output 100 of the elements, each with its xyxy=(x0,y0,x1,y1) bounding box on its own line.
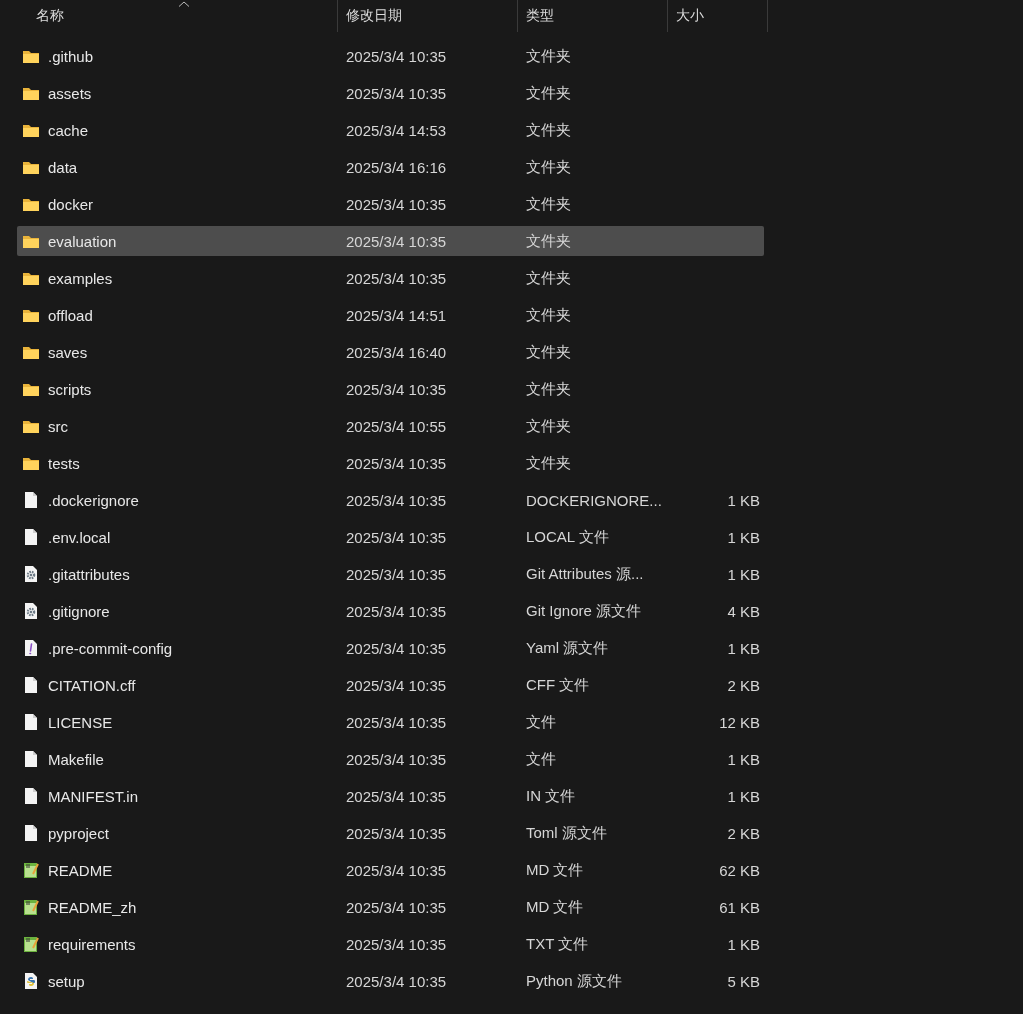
file-type: 文件夹 xyxy=(526,157,571,175)
notepad-icon xyxy=(22,861,40,879)
file-type: MD 文件 xyxy=(526,897,584,915)
file-name[interactable]: README xyxy=(48,861,113,879)
file-row[interactable]: .env.local 2025/3/4 10:35 LOCAL 文件 1 KB xyxy=(17,522,764,552)
file-name[interactable]: assets xyxy=(48,84,92,102)
file-row-highlight[interactable]: evaluation 2025/3/4 10:35 文件夹 xyxy=(17,226,764,256)
modified-date: 2025/3/4 10:35 xyxy=(346,935,447,953)
file-icon xyxy=(22,491,40,509)
file-row[interactable]: examples 2025/3/4 10:35 文件夹 xyxy=(17,263,764,293)
modified-date: 2025/3/4 10:35 xyxy=(346,84,447,102)
file-row[interactable]: src 2025/3/4 10:55 文件夹 xyxy=(17,411,764,441)
modified-date: 2025/3/4 10:35 xyxy=(346,269,447,287)
file-size: 1 KB xyxy=(727,639,760,657)
file-type: Yaml 源文件 xyxy=(526,638,609,656)
file-type: TXT 文件 xyxy=(526,934,589,952)
file-row[interactable]: setup 2025/3/4 10:35 Python 源文件 5 KB xyxy=(17,966,764,996)
file-type: 文件 xyxy=(526,712,556,730)
file-icon xyxy=(22,676,40,694)
file-name[interactable]: README_zh xyxy=(48,898,137,916)
modified-date: 2025/3/4 10:35 xyxy=(346,195,447,213)
file-row[interactable]: LICENSE 2025/3/4 10:35 文件 12 KB xyxy=(17,707,764,737)
file-row[interactable]: data 2025/3/4 16:16 文件夹 xyxy=(17,152,764,182)
file-row[interactable]: MANIFEST.in 2025/3/4 10:35 IN 文件 1 KB xyxy=(17,781,764,811)
file-type: 文件夹 xyxy=(526,120,571,138)
file-name[interactable]: .gitattributes xyxy=(48,565,130,583)
column-header[interactable]: 大小 xyxy=(668,0,768,32)
file-name[interactable]: setup xyxy=(48,972,85,990)
file-icon xyxy=(22,713,40,731)
file-type: 文件夹 xyxy=(526,83,571,101)
modified-date: 2025/3/4 16:40 xyxy=(346,343,447,361)
file-icon xyxy=(22,824,40,842)
file-type: 文件夹 xyxy=(526,194,571,212)
file-row[interactable]: requirements 2025/3/4 10:35 TXT 文件 1 KB xyxy=(17,929,764,959)
modified-date: 2025/3/4 10:35 xyxy=(346,454,447,472)
file-type: LOCAL 文件 xyxy=(526,527,609,545)
column-header[interactable]: 修改日期 xyxy=(338,0,518,32)
modified-date: 2025/3/4 10:35 xyxy=(346,528,447,546)
column-header[interactable]: 名称 xyxy=(0,0,338,32)
file-name[interactable]: data xyxy=(48,158,78,176)
file-name[interactable]: cache xyxy=(48,121,89,139)
column-header[interactable]: 类型 xyxy=(518,0,668,32)
file-name[interactable]: Makefile xyxy=(48,750,104,768)
file-type: 文件夹 xyxy=(526,342,571,360)
file-row[interactable]: README_zh 2025/3/4 10:35 MD 文件 61 KB xyxy=(17,892,764,922)
file-row[interactable]: .github 2025/3/4 10:35 文件夹 xyxy=(17,41,764,71)
file-name[interactable]: .pre-commit-config xyxy=(48,639,173,657)
file-name[interactable]: src xyxy=(48,417,68,435)
file-name[interactable]: .dockerignore xyxy=(48,491,139,509)
file-size: 12 KB xyxy=(719,713,760,731)
file-type: Git Ignore 源文件 xyxy=(526,601,642,619)
file-row[interactable]: scripts 2025/3/4 10:35 文件夹 xyxy=(17,374,764,404)
file-row[interactable]: cache 2025/3/4 14:53 文件夹 xyxy=(17,115,764,145)
file-row[interactable]: CITATION.cff 2025/3/4 10:35 CFF 文件 2 KB xyxy=(17,670,764,700)
modified-date: 2025/3/4 10:35 xyxy=(346,565,447,583)
file-name[interactable]: tests xyxy=(48,454,80,472)
modified-date: 2025/3/4 10:35 xyxy=(346,676,447,694)
file-name[interactable]: CITATION.cff xyxy=(48,676,136,694)
file-row[interactable]: pyproject 2025/3/4 10:35 Toml 源文件 2 KB xyxy=(17,818,764,848)
modified-date: 2025/3/4 10:35 xyxy=(346,602,447,620)
file-row[interactable]: docker 2025/3/4 10:35 文件夹 xyxy=(17,189,764,219)
file-row[interactable]: assets 2025/3/4 10:35 文件夹 xyxy=(17,78,764,108)
file-name[interactable]: .gitignore xyxy=(48,602,110,620)
modified-date: 2025/3/4 14:53 xyxy=(346,121,447,139)
modified-date: 2025/3/4 10:35 xyxy=(346,787,447,805)
file-type: 文件夹 xyxy=(526,268,571,286)
file-type: CFF 文件 xyxy=(526,675,590,693)
file-size: 2 KB xyxy=(727,824,760,842)
file-row[interactable]: saves 2025/3/4 16:40 文件夹 xyxy=(17,337,764,367)
file-name[interactable]: requirements xyxy=(48,935,136,953)
file-size: 1 KB xyxy=(727,528,760,546)
file-row[interactable]: .gitignore 2025/3/4 10:35 Git Ignore 源文件 4 KB xyxy=(17,596,764,626)
modified-date: 2025/3/4 10:35 xyxy=(346,898,447,916)
file-size: 2 KB xyxy=(727,676,760,694)
file-name[interactable]: MANIFEST.in xyxy=(48,787,138,805)
file-type: 文件夹 xyxy=(526,416,571,434)
file-size: 62 KB xyxy=(719,861,760,879)
file-row[interactable]: .gitattributes 2025/3/4 10:35 Git Attributes 源... 1 KB xyxy=(17,559,764,589)
modified-date: 2025/3/4 10:35 xyxy=(346,824,447,842)
file-name[interactable]: pyproject xyxy=(48,824,109,842)
file-row[interactable]: Makefile 2025/3/4 10:35 文件 1 KB xyxy=(17,744,764,774)
file-name[interactable]: .github xyxy=(48,47,94,65)
file-name[interactable]: examples xyxy=(48,269,113,287)
file-type: 文件夹 xyxy=(526,231,571,249)
file-row[interactable]: offload 2025/3/4 14:51 文件夹 xyxy=(17,300,764,330)
modified-date: 2025/3/4 16:16 xyxy=(346,158,447,176)
file-name[interactable]: docker xyxy=(48,195,94,213)
file-row[interactable]: README 2025/3/4 10:35 MD 文件 62 KB xyxy=(17,855,764,885)
file-name[interactable]: LICENSE xyxy=(48,713,113,731)
notepad-icon xyxy=(22,898,40,916)
file-row[interactable]: .pre-commit-config 2025/3/4 10:35 Yaml 源文件 1 KB xyxy=(17,633,764,663)
file-row[interactable]: .dockerignore 2025/3/4 10:35 DOCKERIGNORE... 1 KB xyxy=(17,485,764,515)
file-type: 文件夹 xyxy=(526,453,571,471)
file-row[interactable]: tests 2025/3/4 10:35 文件夹 xyxy=(17,448,764,478)
file-name[interactable]: saves xyxy=(48,343,88,361)
file-name[interactable]: .env.local xyxy=(48,528,111,546)
file-name[interactable]: evaluation xyxy=(48,232,117,250)
file-name[interactable]: offload xyxy=(48,306,93,324)
file-name[interactable]: scripts xyxy=(48,380,92,398)
modified-date: 2025/3/4 10:55 xyxy=(346,417,447,435)
